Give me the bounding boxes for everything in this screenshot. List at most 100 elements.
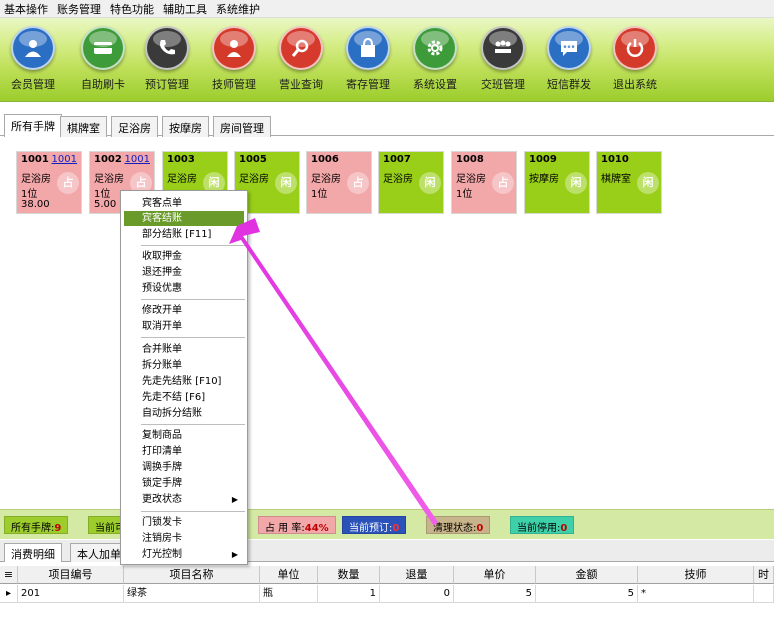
toolbar-business-query-button[interactable]: 营业查询 xyxy=(270,26,332,92)
toolbar-label: 交班管理 xyxy=(481,78,525,91)
menu-item-split-bill[interactable]: 拆分账单 xyxy=(124,358,244,373)
menu-account-management[interactable]: 账务管理 xyxy=(57,1,101,17)
cell-item-name[interactable]: 绿茶 xyxy=(124,585,260,603)
tab-room-management[interactable]: 房间管理 xyxy=(213,116,271,137)
status-value: 0 xyxy=(392,523,400,534)
column-header[interactable]: 技师 xyxy=(638,566,754,584)
cell-item-code[interactable]: 201 xyxy=(18,585,124,603)
menu-item-guest-checkout[interactable]: 宾客结账 xyxy=(124,211,244,226)
room-tile-1009[interactable]: 1009 按摩房 闲 xyxy=(524,151,590,214)
column-header[interactable]: 退量 xyxy=(380,566,454,584)
room-tile-1010[interactable]: 1010 棋牌室 闲 xyxy=(596,151,662,214)
room-type: 足浴房 xyxy=(21,174,51,185)
status-value: 44% xyxy=(304,523,329,534)
room-context-menu: 宾客点单 宾客结账 部分结账 [F11] 收取押金 退还押金 预设优惠 修改开单… xyxy=(120,190,248,565)
member-icon xyxy=(11,26,55,70)
toolbar-label: 自助刷卡 xyxy=(81,78,125,91)
room-number: 1010 xyxy=(601,154,629,165)
room-tile-1008[interactable]: 1008 足浴房 1位 占 xyxy=(451,151,517,214)
menu-item-guest-order[interactable]: 宾客点单 xyxy=(124,196,244,211)
status-label: 当前预订: xyxy=(349,523,393,534)
menu-item-leave-unsettled[interactable]: 先走不结 [F6] xyxy=(124,390,244,405)
menu-item-print-list[interactable]: 打印清单 xyxy=(124,444,244,459)
menu-item-light-control[interactable]: 灯光控制 ▶ xyxy=(124,547,244,562)
menu-item-leave-first-checkout[interactable]: 先走先结账 [F10] xyxy=(124,374,244,389)
cell-price[interactable]: 5 xyxy=(454,585,536,603)
toolbar-shift-button[interactable]: 交班管理 xyxy=(472,26,534,92)
room-tile-1006[interactable]: 1006 足浴房 1位 占 xyxy=(306,151,372,214)
free-badge-icon: 闲 xyxy=(565,172,587,194)
tab-foot-bath-room[interactable]: 足浴房 xyxy=(111,116,158,137)
room-number: 1003 xyxy=(167,154,195,165)
menu-tools[interactable]: 辅助工具 xyxy=(163,1,207,17)
cell-time[interactable] xyxy=(754,585,774,603)
menu-item-collect-deposit[interactable]: 收取押金 xyxy=(124,249,244,264)
toolbar-exit-button[interactable]: 退出系统 xyxy=(604,26,666,92)
toolbar-member-button[interactable]: 会员管理 xyxy=(2,26,64,92)
detail-tabs: 消费明细 本人加单 xyxy=(0,540,774,562)
menu-basic-operations[interactable]: 基本操作 xyxy=(4,1,48,17)
toolbar-selfcard-button[interactable]: 自助刷卡 xyxy=(72,26,134,92)
room-link[interactable]: 1001 xyxy=(125,154,150,165)
free-badge-icon: 闲 xyxy=(419,172,441,194)
menu-item-swap-tag[interactable]: 调换手牌 xyxy=(124,460,244,475)
occupied-badge-icon: 占 xyxy=(492,172,514,194)
column-header[interactable]: 单位 xyxy=(260,566,318,584)
status-cleaning: 清理状态:0 xyxy=(426,516,491,534)
room-tile-1001[interactable]: 1001 1001 足浴房 1位 38.00 占 xyxy=(16,151,82,214)
toolbar-reservation-button[interactable]: 预订管理 xyxy=(136,26,198,92)
tab-consumption-detail[interactable]: 消费明细 xyxy=(4,543,62,562)
menu-item-merge-bills[interactable]: 合并账单 xyxy=(124,342,244,357)
menu-separator xyxy=(141,337,245,338)
column-header[interactable]: 项目编号 xyxy=(18,566,124,584)
cell-unit[interactable]: 瓶 xyxy=(260,585,318,603)
toolbar-label: 营业查询 xyxy=(279,78,323,91)
room-link[interactable]: 1001 xyxy=(52,154,77,165)
toolbar-label: 退出系统 xyxy=(613,78,657,91)
tab-all-tags[interactable]: 所有手牌 xyxy=(4,114,62,137)
cell-amount[interactable]: 5 xyxy=(536,585,638,603)
menu-item-copy-goods[interactable]: 复制商品 xyxy=(124,428,244,443)
room-type: 棋牌室 xyxy=(601,174,631,185)
menu-item-issue-lock-card[interactable]: 门锁发卡 xyxy=(124,515,244,530)
room-people: 1位 xyxy=(94,189,111,200)
free-badge-icon: 闲 xyxy=(275,172,297,194)
menu-item-cancel-order[interactable]: 取消开单 xyxy=(124,319,244,334)
cell-return-qty[interactable]: 0 xyxy=(380,585,454,603)
menu-item-partial-checkout[interactable]: 部分结账 [F11] xyxy=(124,227,244,242)
room-number: 1006 xyxy=(311,154,339,165)
cell-quantity[interactable]: 1 xyxy=(318,585,380,603)
menu-item-auto-split-checkout[interactable]: 自动拆分结账 xyxy=(124,406,244,421)
column-header[interactable]: 单价 xyxy=(454,566,536,584)
toolbar-settings-button[interactable]: 系统设置 xyxy=(404,26,466,92)
menu-special-features[interactable]: 特色功能 xyxy=(110,1,154,17)
tab-massage-room[interactable]: 按摩房 xyxy=(162,116,209,137)
column-header[interactable]: 项目名称 xyxy=(124,566,260,584)
room-number: 1009 xyxy=(529,154,557,165)
room-number: 1008 xyxy=(456,154,484,165)
toolbar-sms-button[interactable]: 短信群发 xyxy=(538,26,600,92)
grid-menu-icon[interactable]: ≡ xyxy=(0,566,18,584)
column-header[interactable]: 金额 xyxy=(536,566,638,584)
menu-item-change-status[interactable]: 更改状态 ▶ xyxy=(124,492,244,507)
room-tile-1007[interactable]: 1007 足浴房 闲 xyxy=(378,151,444,214)
menu-item-cancel-room-card[interactable]: 注销房卡 xyxy=(124,531,244,546)
row-selector-icon[interactable]: ▸ xyxy=(0,585,18,603)
menu-item-refund-deposit[interactable]: 退还押金 xyxy=(124,265,244,280)
main-toolbar: 会员管理 自助刷卡 预订管理 技师管理 营业查询 寄存管理 系统设置 交班管理 … xyxy=(0,18,774,102)
menu-item-modify-order[interactable]: 修改开单 xyxy=(124,303,244,318)
toolbar-storage-button[interactable]: 寄存管理 xyxy=(337,26,399,92)
column-header[interactable]: 时 xyxy=(754,566,774,584)
toolbar-technician-button[interactable]: 技师管理 xyxy=(203,26,265,92)
gear-icon xyxy=(413,26,457,70)
menu-system-maintenance[interactable]: 系统维护 xyxy=(216,1,260,17)
menubar: 基本操作 账务管理 特色功能 辅助工具 系统维护 xyxy=(0,0,774,18)
room-number: 1005 xyxy=(239,154,267,165)
column-header[interactable]: 数量 xyxy=(318,566,380,584)
tab-chess-room[interactable]: 棋牌室 xyxy=(60,116,107,137)
room-number: 1002 xyxy=(94,154,122,165)
menu-item-lock-tag[interactable]: 锁定手牌 xyxy=(124,476,244,491)
status-strip: 所有手牌:9 当前可 占 用 率:44% 当前预订:0 清理状态:0 当前停用:… xyxy=(0,509,774,539)
menu-item-preset-discount[interactable]: 预设优惠 xyxy=(124,281,244,296)
cell-technician[interactable]: * xyxy=(638,585,754,603)
